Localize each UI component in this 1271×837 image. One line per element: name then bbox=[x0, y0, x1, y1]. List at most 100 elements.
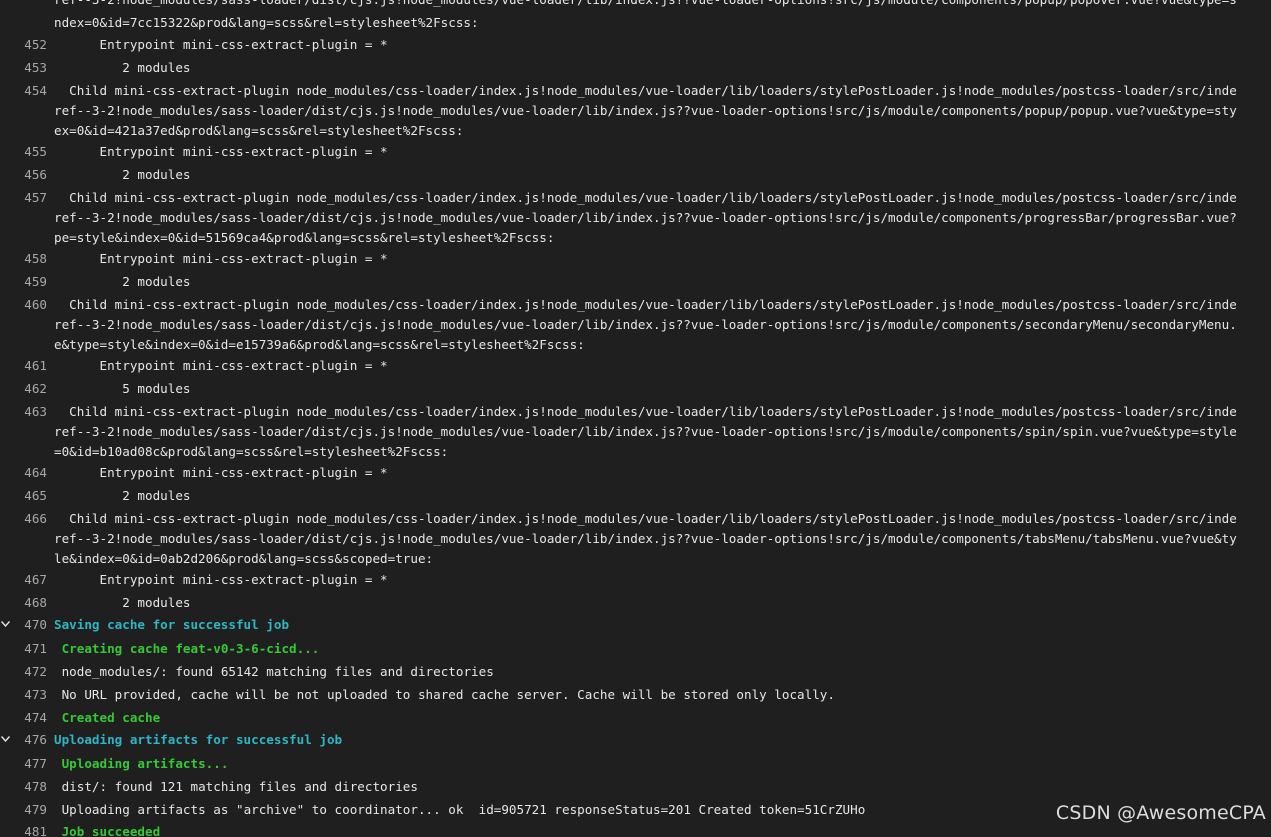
log-line: 458 Entrypoint mini-css-extract-plugin =… bbox=[0, 249, 1271, 269]
log-text: Entrypoint mini-css-extract-plugin = * bbox=[54, 356, 388, 376]
line-number[interactable]: 471 bbox=[0, 639, 47, 659]
log-text: node_modules/: found 65142 matching file… bbox=[54, 662, 494, 682]
line-number[interactable]: 472 bbox=[0, 662, 47, 682]
log-text: Child mini-css-extract-plugin node_modul… bbox=[54, 295, 1237, 315]
line-number[interactable]: 458 bbox=[0, 249, 47, 269]
line-number[interactable]: 464 bbox=[0, 463, 47, 483]
log-indent bbox=[54, 144, 100, 159]
log-indent bbox=[54, 802, 62, 817]
line-number[interactable]: 457 bbox=[0, 188, 47, 208]
line-number[interactable]: 468 bbox=[0, 593, 47, 613]
log-text: Creating cache feat-v0-3-6-cicd... bbox=[54, 639, 320, 659]
line-number[interactable]: 455 bbox=[0, 142, 47, 162]
log-line: 456 2 modules bbox=[0, 165, 1271, 185]
log-message: Uploading artifacts... bbox=[61, 756, 229, 771]
line-number[interactable]: 453 bbox=[0, 58, 47, 78]
log-message: Child mini-css-extract-plugin node_modul… bbox=[69, 297, 1237, 312]
log-message: Entrypoint mini-css-extract-plugin = * bbox=[99, 37, 388, 52]
log-message: Entrypoint mini-css-extract-plugin = * bbox=[99, 144, 388, 159]
log-line: 473 No URL provided, cache will be not u… bbox=[0, 685, 1271, 705]
log-message: Child mini-css-extract-plugin node_modul… bbox=[69, 83, 1237, 98]
log-message: Uploading artifacts for successful job bbox=[54, 732, 343, 747]
log-line: 454 Child mini-css-extract-plugin node_m… bbox=[0, 81, 1271, 101]
line-number[interactable]: 477 bbox=[0, 754, 47, 774]
log-message: 2 modules bbox=[122, 60, 191, 75]
job-log-viewer[interactable]: ref--3-2!node_modules/sass-loader/dist/c… bbox=[0, 0, 1271, 837]
log-line: 465 2 modules bbox=[0, 486, 1271, 506]
log-indent bbox=[54, 664, 62, 679]
log-message: ref--3-2!node_modules/sass-loader/dist/c… bbox=[54, 424, 1237, 439]
log-message: pe=style&index=0&id=51569ca4&prod&lang=s… bbox=[54, 230, 555, 245]
log-text: =0&id=b10ad08c&prod&lang=scss&rel=styles… bbox=[54, 442, 448, 462]
log-line: 453 2 modules bbox=[0, 58, 1271, 78]
log-text: e&type=style&index=0&id=e15739a6&prod&la… bbox=[54, 335, 585, 355]
log-indent bbox=[54, 167, 122, 182]
log-text: 2 modules bbox=[54, 593, 191, 613]
log-text: Created cache bbox=[54, 708, 161, 728]
log-text: Uploading artifacts... bbox=[54, 754, 229, 774]
log-line: 459 2 modules bbox=[0, 272, 1271, 292]
line-number[interactable]: 454 bbox=[0, 81, 47, 101]
log-indent bbox=[54, 297, 69, 312]
line-number[interactable]: 470 bbox=[0, 615, 47, 635]
line-number[interactable]: 463 bbox=[0, 402, 47, 422]
log-indent bbox=[54, 488, 122, 503]
log-message: ref--3-2!node_modules/sass-loader/dist/c… bbox=[54, 317, 1237, 332]
log-line: 462 5 modules bbox=[0, 379, 1271, 399]
line-number[interactable]: 452 bbox=[0, 35, 47, 55]
log-message: le&index=0&id=0ab2d206&prod&lang=scss&sc… bbox=[54, 551, 434, 566]
log-line: 466 Child mini-css-extract-plugin node_m… bbox=[0, 509, 1271, 529]
line-number[interactable]: 465 bbox=[0, 486, 47, 506]
log-text: le&index=0&id=0ab2d206&prod&lang=scss&sc… bbox=[54, 549, 433, 569]
log-text: 5 modules bbox=[54, 379, 191, 399]
log-text: No URL provided, cache will be not uploa… bbox=[54, 685, 835, 705]
log-indent bbox=[54, 511, 69, 526]
log-section-header[interactable]: 470 Saving cache for successful job bbox=[0, 615, 1271, 635]
line-number[interactable]: 476 bbox=[0, 730, 47, 750]
log-text: 2 modules bbox=[54, 486, 190, 506]
log-text: Uploading artifacts as "archive" to coor… bbox=[54, 800, 866, 820]
log-message: Entrypoint mini-css-extract-plugin = * bbox=[99, 572, 388, 587]
log-text: ref--3-2!node_modules/sass-loader/dist/c… bbox=[54, 101, 1237, 121]
log-text: ndex=0&id=7cc15322&prod&lang=scss&rel=st… bbox=[54, 13, 479, 33]
line-number[interactable]: 456 bbox=[0, 165, 47, 185]
log-text: Saving cache for successful job bbox=[54, 615, 289, 635]
log-text: ref--3-2!node_modules/sass-loader/dist/c… bbox=[54, 529, 1237, 549]
line-number[interactable]: 474 bbox=[0, 708, 47, 728]
log-indent bbox=[54, 641, 62, 656]
log-section-header[interactable]: 476 Uploading artifacts for successful jo… bbox=[0, 730, 1271, 750]
log-indent bbox=[54, 710, 62, 725]
line-number[interactable]: 460 bbox=[0, 295, 47, 315]
line-number[interactable]: 473 bbox=[0, 685, 47, 705]
log-line: 464 Entrypoint mini-css-extract-plugin =… bbox=[0, 463, 1271, 483]
line-number[interactable]: 461 bbox=[0, 356, 47, 376]
log-indent bbox=[54, 60, 122, 75]
log-message: 2 modules bbox=[122, 274, 191, 289]
log-message: Entrypoint mini-css-extract-plugin = * bbox=[99, 251, 388, 266]
line-number[interactable]: 481 bbox=[0, 822, 47, 837]
log-indent bbox=[54, 572, 100, 587]
log-indent bbox=[54, 274, 122, 289]
log-text: ex=0&id=421a37ed&prod&lang=scss&rel=styl… bbox=[54, 121, 463, 141]
log-message: Created cache bbox=[61, 710, 161, 725]
log-line: ref--3-2!node_modules/sass-loader/dist/c… bbox=[0, 0, 1271, 10]
log-line: 457 Child mini-css-extract-plugin node_m… bbox=[0, 188, 1271, 208]
line-number[interactable]: 466 bbox=[0, 509, 47, 529]
log-indent bbox=[54, 37, 100, 52]
log-indent bbox=[54, 779, 62, 794]
log-line: ref--3-2!node_modules/sass-loader/dist/c… bbox=[0, 208, 1271, 228]
log-message: Saving cache for successful job bbox=[54, 617, 290, 632]
line-number[interactable]: 459 bbox=[0, 272, 47, 292]
line-number[interactable]: 479 bbox=[0, 800, 47, 820]
log-line: ref--3-2!node_modules/sass-loader/dist/c… bbox=[0, 101, 1271, 121]
log-line: =0&id=b10ad08c&prod&lang=scss&rel=styles… bbox=[0, 442, 1271, 462]
log-line: 477 Uploading artifacts... bbox=[0, 754, 1271, 774]
log-message: Child mini-css-extract-plugin node_modul… bbox=[69, 190, 1237, 205]
log-text: Entrypoint mini-css-extract-plugin = * bbox=[54, 35, 388, 55]
log-message: 5 modules bbox=[122, 381, 191, 396]
log-message: 2 modules bbox=[122, 595, 191, 610]
line-number[interactable]: 467 bbox=[0, 570, 47, 590]
log-indent bbox=[54, 756, 62, 771]
line-number[interactable]: 462 bbox=[0, 379, 47, 399]
line-number[interactable]: 478 bbox=[0, 777, 47, 797]
